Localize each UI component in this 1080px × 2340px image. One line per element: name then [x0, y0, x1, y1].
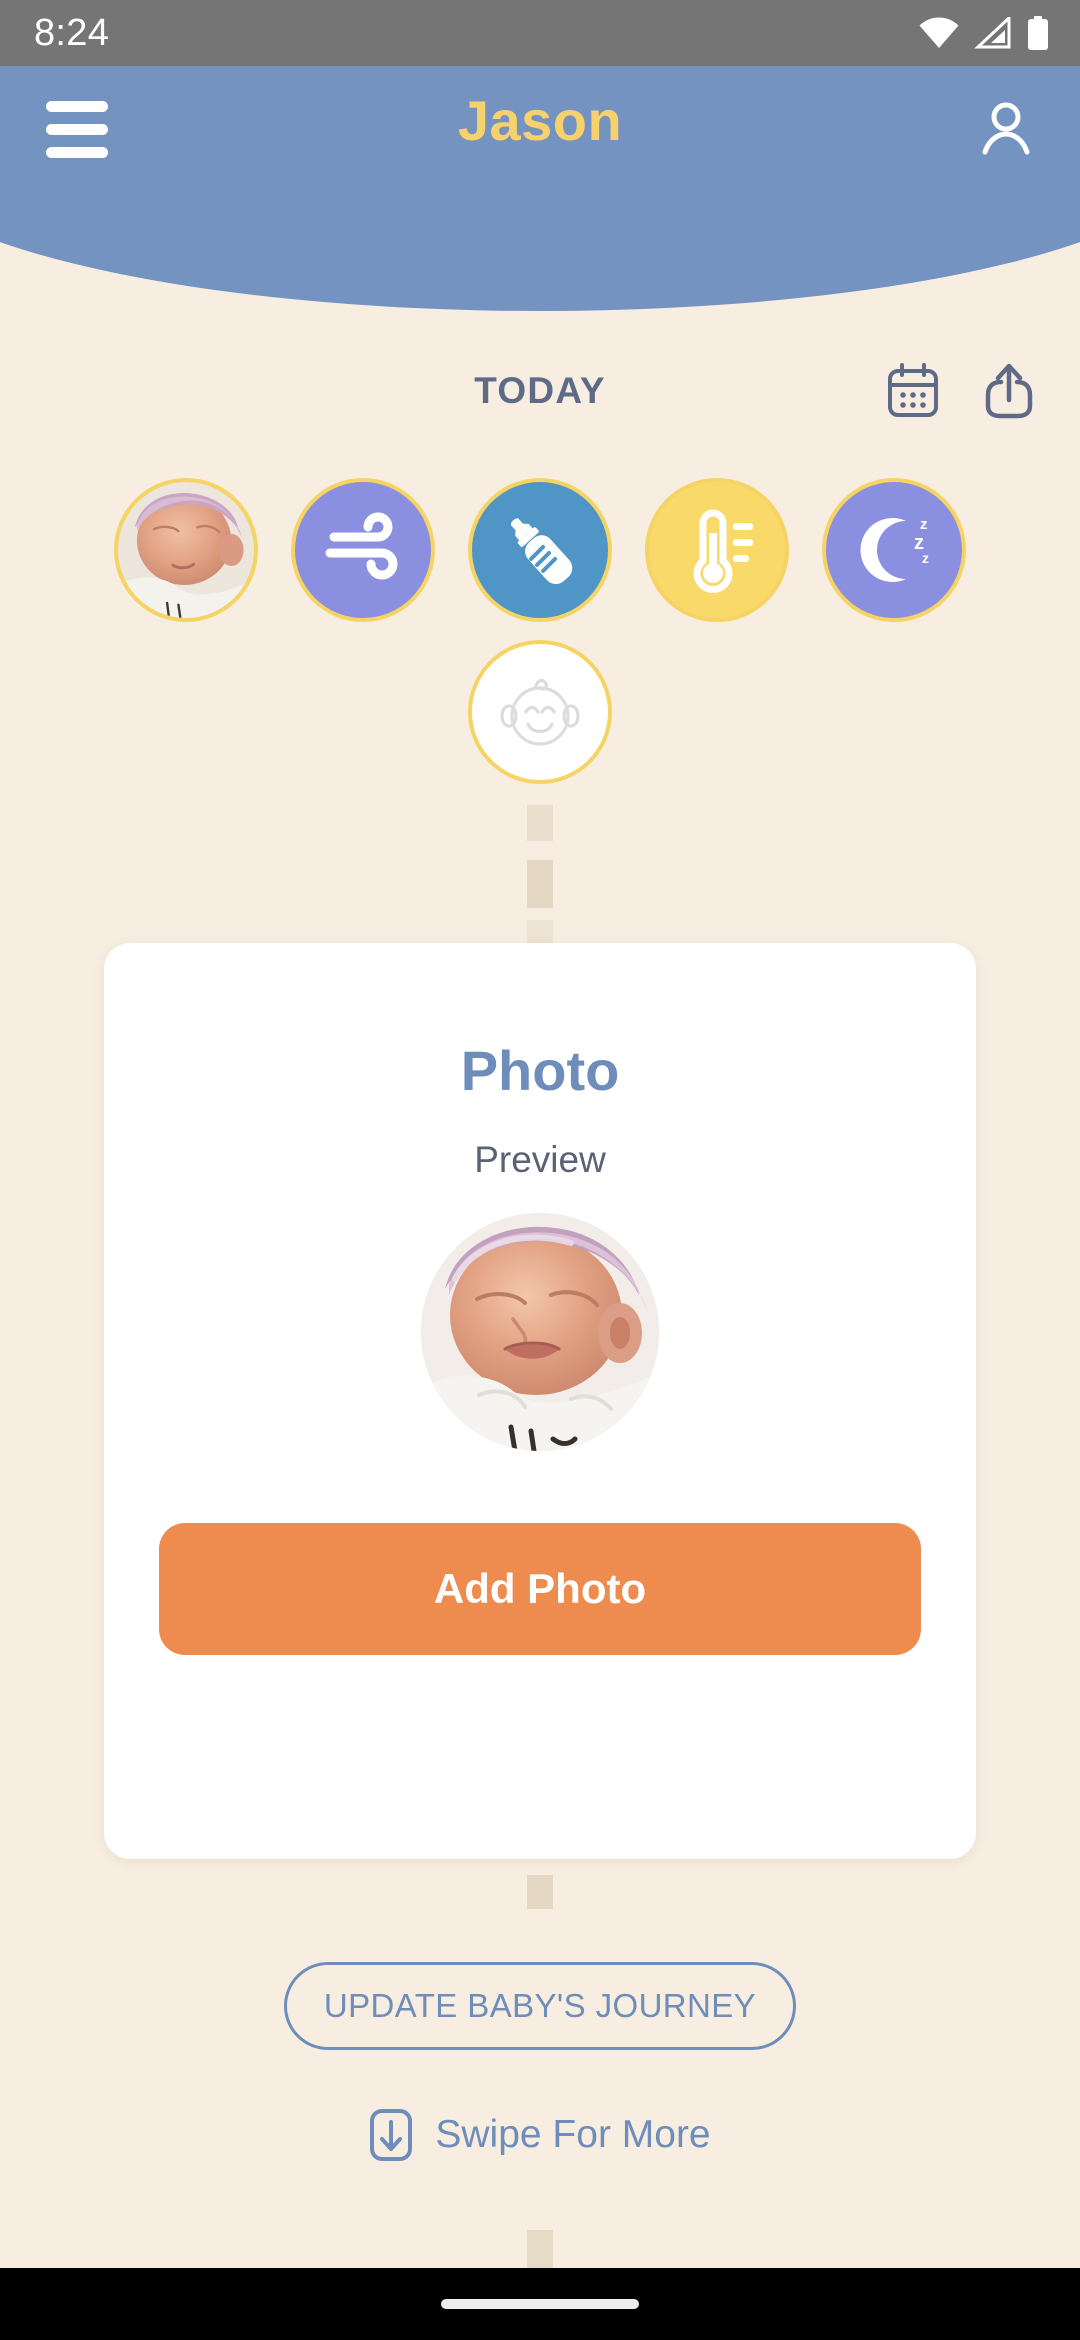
- tracker-circle-row-second: [0, 640, 1080, 784]
- wind-icon: [320, 507, 406, 593]
- today-row: TODAY: [0, 348, 1080, 434]
- download-arrow-box-icon: [369, 2108, 413, 2162]
- status-time: 8:24: [34, 11, 110, 54]
- home-gesture-indicator[interactable]: [441, 2299, 639, 2309]
- calendar-icon[interactable]: [886, 363, 940, 419]
- tracker-circle-temperature[interactable]: [645, 478, 789, 622]
- card-photo-preview[interactable]: [421, 1213, 659, 1451]
- tracker-circle-feeding[interactable]: [468, 478, 612, 622]
- svg-text:z: z: [922, 550, 929, 566]
- scroll-indicator-dash-3: [527, 920, 553, 944]
- card-title: Photo: [460, 1039, 620, 1102]
- baby-bottle-icon: [495, 505, 585, 595]
- baby-photo-preview-image: [421, 1213, 659, 1451]
- photo-card: Photo Preview Add Photo: [104, 943, 976, 1859]
- today-actions: [886, 362, 1036, 420]
- scroll-indicator-dash-1: [527, 805, 553, 841]
- swipe-for-more[interactable]: Swipe For More: [0, 2108, 1080, 2162]
- status-bar-icons: [918, 16, 1050, 50]
- wifi-icon: [918, 17, 960, 49]
- tracker-circle-sleep[interactable]: z z z: [822, 478, 966, 622]
- battery-icon: [1026, 16, 1050, 50]
- header-bar: [0, 66, 1080, 192]
- scroll-indicator-dash-4: [527, 1875, 553, 1909]
- tracker-circle-baby-photo[interactable]: [114, 478, 258, 622]
- system-nav-bar: [0, 2268, 1080, 2340]
- scroll-indicator-dash-5: [527, 2230, 553, 2272]
- swipe-for-more-label: Swipe For More: [435, 2113, 711, 2156]
- card-subtitle: Preview: [474, 1139, 606, 1180]
- tracker-circle-air[interactable]: [291, 478, 435, 622]
- update-baby-journey-button[interactable]: UPDATE BABY'S JOURNEY: [284, 1962, 796, 2050]
- baby-photo-avatar: [118, 482, 254, 618]
- tracker-circle-row: z z z: [0, 478, 1080, 622]
- add-photo-button[interactable]: Add Photo: [159, 1523, 921, 1655]
- baby-face-icon: [492, 664, 588, 760]
- account-person-icon[interactable]: [976, 99, 1036, 159]
- thermometer-icon: [677, 507, 757, 593]
- status-bar: 8:24: [0, 0, 1080, 66]
- svg-text:z: z: [920, 516, 928, 533]
- cellular-signal-icon: [974, 17, 1012, 49]
- hamburger-menu-icon[interactable]: [46, 100, 108, 158]
- scroll-indicator-dash-2: [527, 860, 553, 908]
- tracker-circle-baby-face[interactable]: [468, 640, 612, 784]
- app-screen: 8:24 Jason TODAY z z z Photo Preview Add…: [0, 0, 1080, 2340]
- moon-zzz-icon: z z z: [848, 507, 940, 593]
- app-header: Jason: [0, 0, 1080, 311]
- share-upload-icon[interactable]: [982, 362, 1036, 420]
